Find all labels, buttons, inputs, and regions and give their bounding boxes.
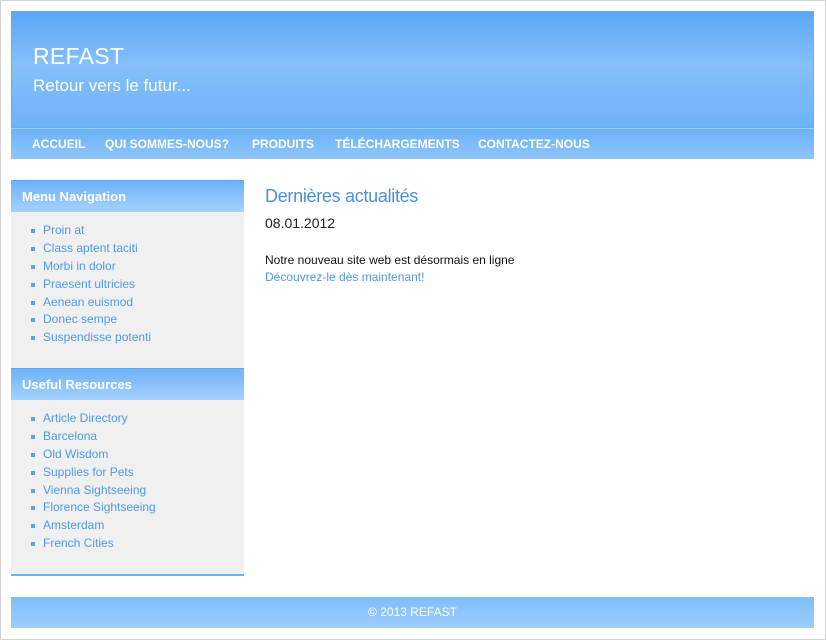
navigation-list: Proin at Class aptent taciti Morbi in do… [31, 222, 151, 347]
resources-list: Article Directory Barcelona Old Wisdom S… [31, 410, 156, 553]
resource-link[interactable]: Amsterdam [43, 518, 104, 532]
navigation-link[interactable]: Class aptent taciti [43, 241, 138, 255]
sidebar-heading-label: Useful Resources [22, 377, 132, 392]
news-date: 08.01.2012 [265, 215, 336, 231]
resource-link[interactable]: Vienna Sightseeing [43, 483, 146, 497]
list-item: Amsterdam [31, 517, 156, 535]
list-item: Old Wisdom [31, 446, 156, 464]
list-item: Proin at [31, 222, 151, 240]
site-footer: © 2013 REFAST [11, 597, 814, 628]
resource-link[interactable]: Old Wisdom [43, 447, 108, 461]
sidebar: Menu Navigation Proin at Class aptent ta… [11, 180, 244, 576]
sidebar-heading-navigation: Menu Navigation [11, 180, 244, 212]
nav-item-produits[interactable]: PRODUITS [252, 137, 314, 151]
navigation-link[interactable]: Aenean euismod [43, 295, 133, 309]
news-title: Dernières actualités [265, 186, 419, 206]
site-tagline: Retour vers le futur... [33, 76, 191, 95]
copyright-text: © 2013 REFAST [368, 605, 457, 619]
resource-link[interactable]: French Cities [43, 536, 114, 550]
resource-link[interactable]: Florence Sightseeing [43, 500, 156, 514]
news-text: Notre nouveau site web est désormais en … [265, 253, 515, 267]
list-item: Vienna Sightseeing [31, 482, 156, 500]
discover-link[interactable]: Découvrez-le dès maintenant! [265, 270, 424, 284]
site-title: REFAST [33, 43, 125, 69]
navigation-link[interactable]: Suspendisse potenti [43, 330, 151, 344]
navigation-link[interactable]: Morbi in dolor [43, 259, 116, 273]
nav-item-contactez-nous[interactable]: CONTACTEZ-NOUS [478, 137, 590, 151]
navigation-link[interactable]: Donec sempe [43, 312, 117, 326]
resource-link[interactable]: Article Directory [43, 411, 128, 425]
list-item: French Cities [31, 535, 156, 553]
sidebar-heading-resources: Useful Resources [11, 368, 244, 400]
list-item: Donec sempe [31, 311, 151, 329]
list-item: Supplies for Pets [31, 464, 156, 482]
list-item: Florence Sightseeing [31, 499, 156, 517]
list-item: Suspendisse potenti [31, 329, 151, 347]
resource-link[interactable]: Barcelona [43, 429, 97, 443]
navigation-link[interactable]: Proin at [43, 223, 84, 237]
list-item: Article Directory [31, 410, 156, 428]
nav-item-telechargements[interactable]: TÉLÉCHARGEMENTS [335, 137, 460, 151]
nav-item-qui-sommes-nous[interactable]: QUI SOMMES-NOUS? [105, 137, 229, 151]
main-nav: ACCUEIL QUI SOMMES-NOUS? PRODUITS TÉLÉCH… [11, 128, 814, 159]
list-item: Morbi in dolor [31, 258, 151, 276]
list-item: Barcelona [31, 428, 156, 446]
list-item: Aenean euismod [31, 294, 151, 312]
resource-link[interactable]: Supplies for Pets [43, 465, 134, 479]
nav-item-accueil[interactable]: ACCUEIL [32, 137, 85, 151]
site-header: REFAST Retour vers le futur... [11, 11, 814, 128]
list-item: Class aptent taciti [31, 240, 151, 258]
navigation-link[interactable]: Praesent ultricies [43, 277, 135, 291]
sidebar-heading-label: Menu Navigation [22, 189, 127, 204]
list-item: Praesent ultricies [31, 276, 151, 294]
